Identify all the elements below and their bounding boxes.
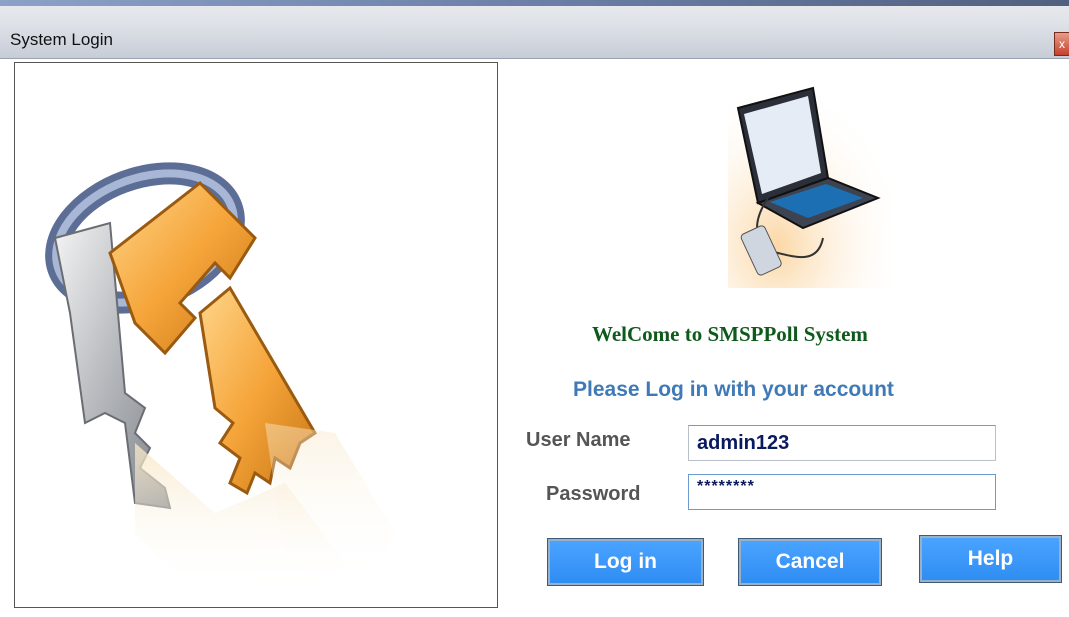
username-field[interactable]: admin123: [688, 425, 996, 461]
password-field[interactable]: ********: [688, 474, 996, 510]
cancel-button[interactable]: Cancel: [738, 538, 882, 586]
login-prompt: Please Log in with your account: [573, 378, 894, 401]
login-window: System Login x WelCome to SMSPPoll Syste…: [0, 0, 1069, 617]
help-button[interactable]: Help: [919, 535, 1062, 583]
password-label: Password: [546, 483, 641, 505]
login-button[interactable]: Log in: [547, 538, 704, 586]
welcome-text: WelCome to SMSPPoll System: [592, 322, 868, 346]
title-bar-accent: [0, 0, 1069, 6]
title-bar: System Login x: [0, 0, 1069, 59]
close-button[interactable]: x: [1054, 32, 1069, 56]
keys-icon: [45, 162, 395, 593]
username-label: User Name: [526, 429, 631, 451]
window-title: System Login: [10, 30, 113, 49]
keys-image-panel: [14, 62, 498, 608]
laptop-phone-icon: [728, 78, 893, 288]
